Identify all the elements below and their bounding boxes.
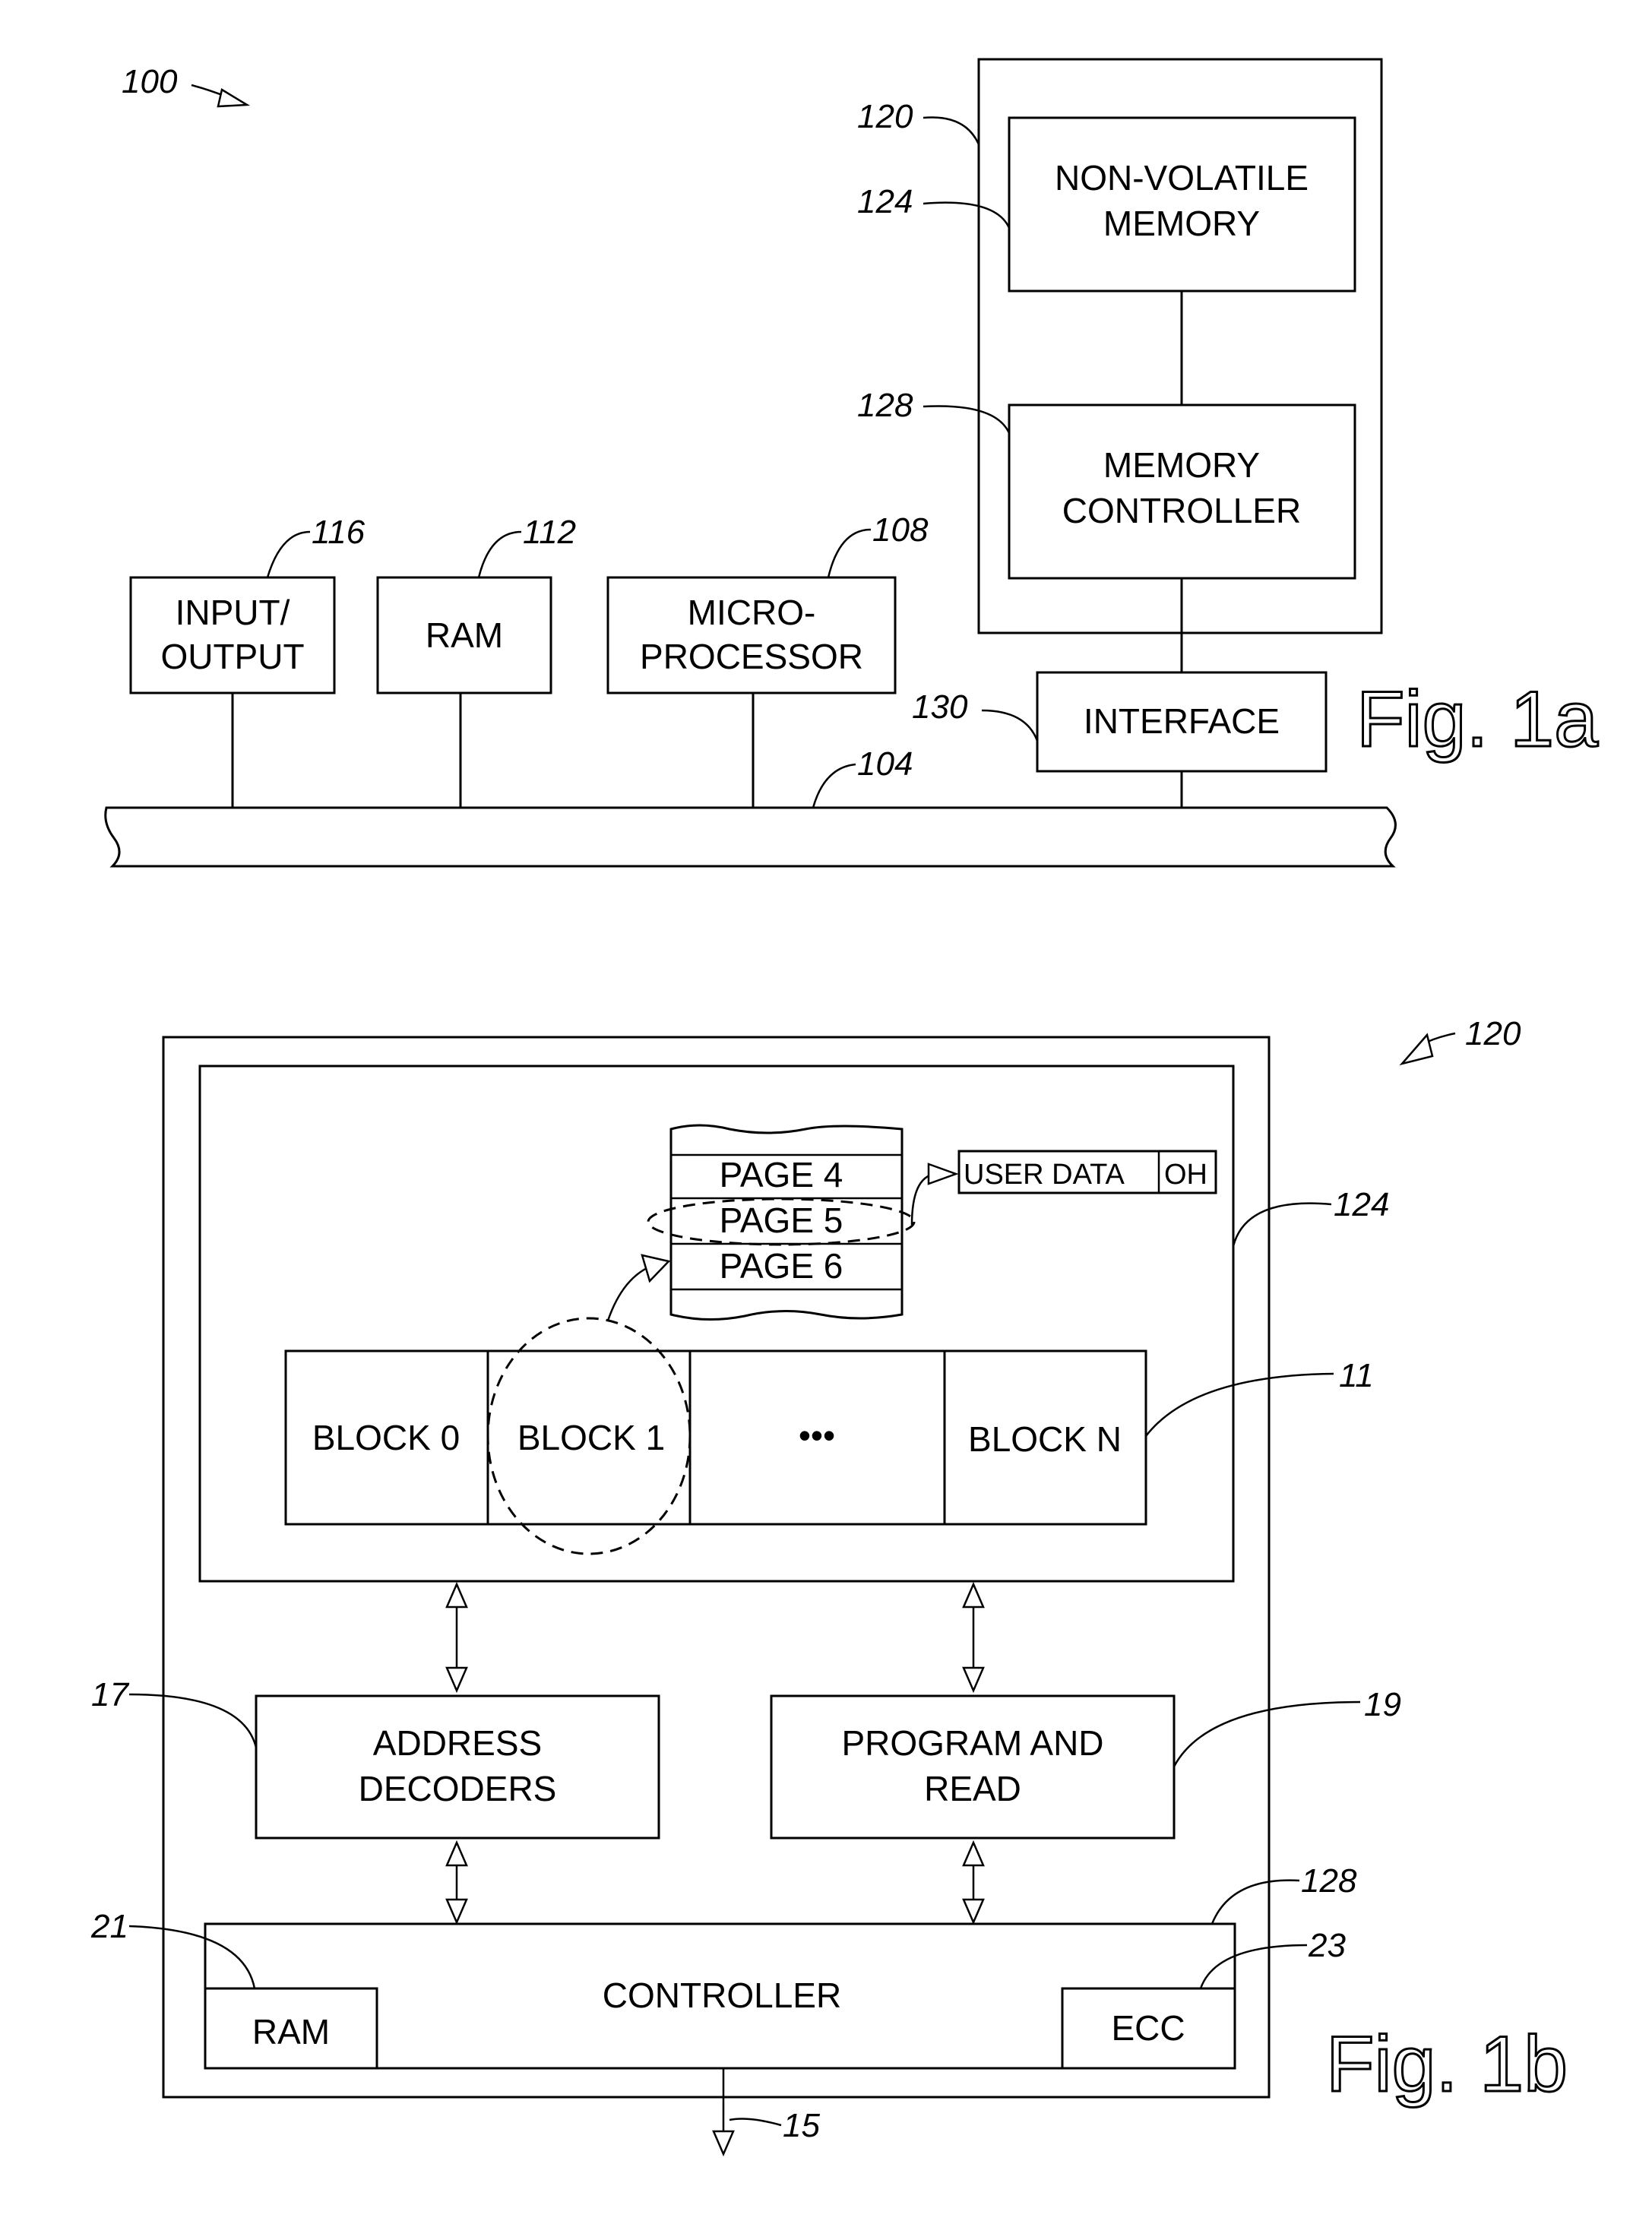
mc-label-line1: MEMORY bbox=[1103, 445, 1260, 485]
ram-label: RAM bbox=[426, 615, 503, 655]
ref-19: 19 bbox=[1364, 1686, 1401, 1723]
io-label-line2: OUTPUT bbox=[160, 637, 304, 676]
nvm-label-line2: MEMORY bbox=[1103, 204, 1260, 243]
page-6-label: PAGE 6 bbox=[720, 1246, 843, 1286]
mp-label-line1: MICRO- bbox=[688, 593, 816, 632]
ref-17: 17 bbox=[91, 1676, 129, 1713]
pr-label-line1: PROGRAM AND bbox=[841, 1723, 1103, 1763]
ref-104: 104 bbox=[857, 745, 913, 783]
page-4-label: PAGE 4 bbox=[720, 1155, 843, 1194]
arrow-icon bbox=[1399, 1032, 1456, 1066]
ref-100: 100 bbox=[122, 63, 178, 100]
ad-label-line1: ADDRESS bbox=[373, 1723, 542, 1763]
leader-15 bbox=[729, 2118, 782, 2127]
ref-120b: 120 bbox=[1465, 1015, 1521, 1052]
ref-124b: 124 bbox=[1334, 1186, 1389, 1223]
leader-104 bbox=[812, 763, 856, 808]
ref-128: 128 bbox=[857, 387, 913, 424]
ref-120: 120 bbox=[857, 98, 913, 135]
program-and-read-box bbox=[770, 1694, 1176, 1840]
controller-label: CONTROLLER bbox=[603, 1976, 841, 2015]
controller-ecc-label: ECC bbox=[1111, 2008, 1185, 2048]
block-n-label: BLOCK N bbox=[968, 1419, 1122, 1459]
controller-ram-label: RAM bbox=[252, 2012, 330, 2052]
pr-label-line2: READ bbox=[924, 1769, 1021, 1808]
ref-11: 11 bbox=[1339, 1357, 1374, 1394]
ref-15: 15 bbox=[783, 2107, 820, 2144]
page-5-label: PAGE 5 bbox=[720, 1201, 843, 1240]
ref-112: 112 bbox=[523, 514, 576, 551]
figure-1a: 100 120 NON-VOLATILE MEMORY 124 MEMORY C… bbox=[104, 58, 1600, 868]
overhead-label: OH bbox=[1164, 1159, 1207, 1191]
ref-128b: 128 bbox=[1301, 1862, 1357, 1900]
patent-diagram: 100 120 NON-VOLATILE MEMORY 124 MEMORY C… bbox=[90, 58, 1600, 2157]
user-data-label: USER DATA bbox=[964, 1159, 1125, 1191]
block-1-label: BLOCK 1 bbox=[517, 1418, 665, 1457]
leader-116 bbox=[266, 530, 311, 578]
ref-116: 116 bbox=[312, 514, 366, 551]
figure-1b-caption: Fig. 1b bbox=[1326, 2020, 1568, 2109]
ref-23: 23 bbox=[1308, 1927, 1346, 1964]
address-decoders-box bbox=[255, 1694, 660, 1840]
arrow-icon bbox=[191, 84, 251, 108]
ad-label-line2: DECODERS bbox=[359, 1769, 557, 1808]
block-0-label: BLOCK 0 bbox=[312, 1418, 460, 1457]
mc-label-line2: CONTROLLER bbox=[1062, 491, 1301, 530]
ref-130: 130 bbox=[912, 688, 968, 726]
page-stack: PAGE 4 PAGE 5 PAGE 6 bbox=[647, 1124, 916, 1321]
leader-108 bbox=[827, 528, 872, 578]
figure-1a-caption: Fig. 1a bbox=[1356, 675, 1598, 764]
leader-112 bbox=[477, 530, 522, 578]
leader-130 bbox=[981, 709, 1039, 742]
io-label-line1: INPUT/ bbox=[176, 593, 290, 632]
ref-108: 108 bbox=[872, 511, 929, 549]
figure-1b: 120 124 PAGE 4 PAGE 5 PAGE 6 USER DATA O… bbox=[90, 1015, 1568, 2157]
ref-21: 21 bbox=[90, 1908, 128, 1945]
ref-124: 124 bbox=[857, 183, 913, 220]
mp-label-line2: PROCESSOR bbox=[640, 637, 863, 676]
ellipsis-label: ••• bbox=[799, 1416, 835, 1455]
system-bus bbox=[104, 806, 1397, 868]
leader-120 bbox=[923, 116, 980, 145]
nvm-label-line1: NON-VOLATILE bbox=[1055, 158, 1309, 198]
interface-label: INTERFACE bbox=[1084, 701, 1280, 741]
